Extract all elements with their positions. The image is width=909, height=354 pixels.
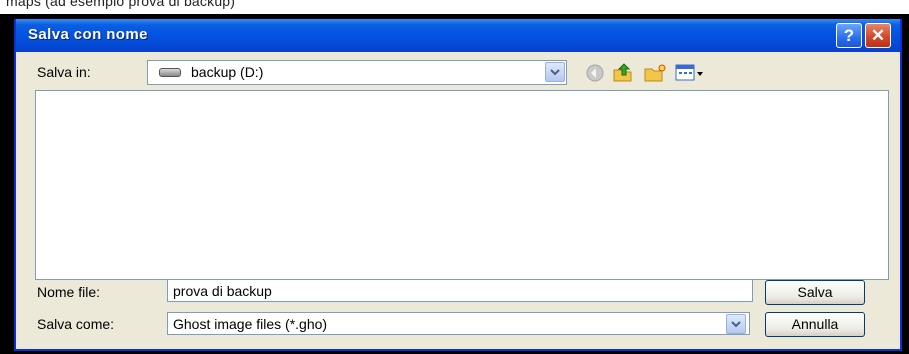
save-in-value: backup (D:) <box>191 64 264 80</box>
back-button[interactable] <box>585 63 605 88</box>
new-folder-icon <box>644 64 666 82</box>
view-menu-icon <box>675 64 703 81</box>
help-button[interactable]: ? <box>836 23 862 48</box>
save-in-combobox[interactable]: backup (D:) <box>147 60 567 85</box>
title-bar[interactable]: Salva con nome ? ✕ <box>16 19 900 52</box>
save-as-dialog: Salva con nome ? ✕ Salva in: backup (D:) <box>14 19 902 351</box>
cancel-button[interactable]: Annulla <box>765 312 865 337</box>
background-caption-strip: maps (ad esempio prova di backup) <box>0 0 909 14</box>
background-caption-text: maps (ad esempio prova di backup) <box>6 0 236 9</box>
chevron-down-icon <box>731 321 741 328</box>
filename-label: Nome file: <box>37 284 101 300</box>
close-button[interactable]: ✕ <box>865 23 891 48</box>
save-in-label: Salva in: <box>37 64 91 80</box>
filetype-value: Ghost image files (*.gho) <box>173 316 328 332</box>
drive-icon <box>159 68 181 77</box>
filetype-select[interactable]: Ghost image files (*.gho) <box>167 312 750 335</box>
chevron-down-icon <box>550 69 560 76</box>
save-button[interactable]: Salva <box>765 280 865 305</box>
back-icon <box>586 64 604 82</box>
close-icon: ✕ <box>870 26 886 45</box>
up-folder-icon <box>613 63 632 82</box>
view-menu-button[interactable] <box>675 63 705 88</box>
file-list-area[interactable] <box>35 90 889 280</box>
filename-input[interactable]: prova di backup <box>167 279 753 302</box>
help-icon: ? <box>843 26 855 45</box>
up-folder-button[interactable] <box>612 63 634 88</box>
filename-value: prova di backup <box>173 283 272 299</box>
window-title: Salva con nome <box>28 26 148 43</box>
save-in-dropdown-button[interactable] <box>545 62 565 82</box>
filetype-label: Salva come: <box>37 316 115 332</box>
new-folder-button[interactable] <box>643 63 667 88</box>
filetype-dropdown-button[interactable] <box>726 314 746 334</box>
